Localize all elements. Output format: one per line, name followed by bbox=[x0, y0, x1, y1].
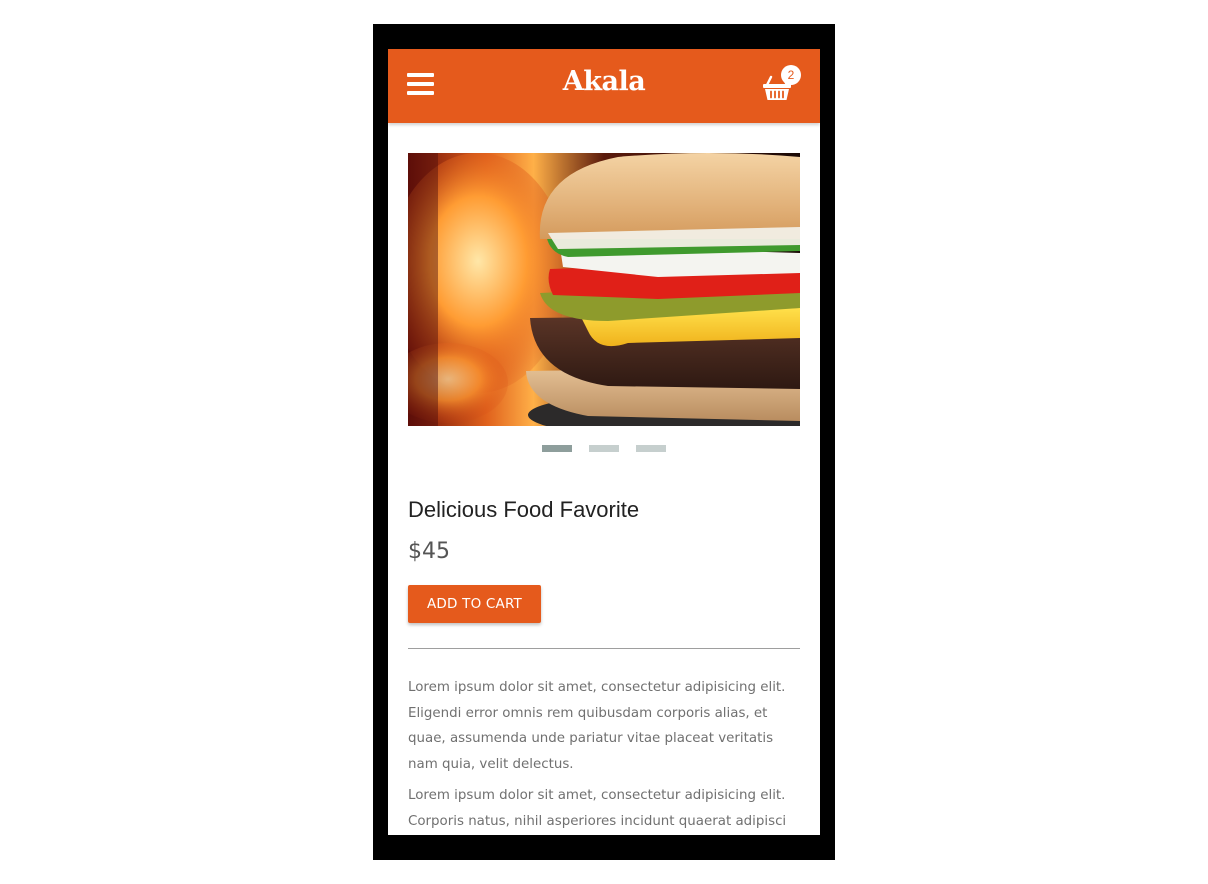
cart-button[interactable]: 2 bbox=[762, 65, 804, 105]
burger-photo bbox=[408, 153, 800, 426]
app-screen: Akala 2 Delicious Food Favorite $45 ADD … bbox=[388, 49, 820, 835]
carousel-dot-3[interactable] bbox=[636, 445, 666, 452]
carousel-dot-1[interactable] bbox=[542, 445, 572, 452]
carousel-indicators bbox=[542, 445, 672, 453]
product-price: $45 bbox=[408, 539, 450, 564]
cart-count-badge: 2 bbox=[781, 65, 801, 85]
app-header: Akala 2 bbox=[388, 49, 820, 123]
description-paragraph: Lorem ipsum dolor sit amet, consectetur … bbox=[408, 788, 787, 829]
phone-frame: Akala 2 Delicious Food Favorite $45 ADD … bbox=[373, 24, 835, 860]
product-title: Delicious Food Favorite bbox=[408, 497, 640, 522]
brand-title: Akala bbox=[562, 66, 646, 97]
carousel-dot-2[interactable] bbox=[589, 445, 619, 452]
product-image-carousel[interactable] bbox=[408, 153, 800, 426]
add-to-cart-button[interactable]: ADD TO CART bbox=[408, 585, 541, 623]
section-divider bbox=[408, 648, 800, 649]
description-paragraph: Lorem ipsum dolor sit amet, consectetur … bbox=[408, 680, 786, 772]
